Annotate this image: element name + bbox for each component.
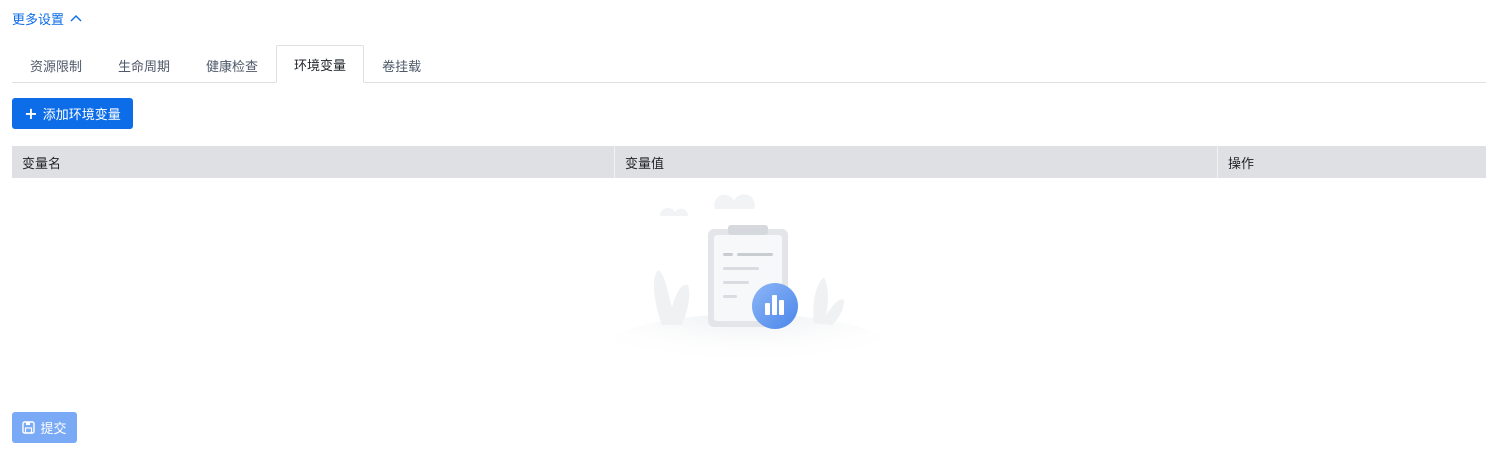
settings-tabs: 资源限制 生命周期 健康检查 环境变量 卷挂载 [12, 44, 1486, 83]
env-table-header: 变量名 变量值 操作 [12, 146, 1486, 178]
empty-state [600, 185, 900, 386]
tab-label: 环境变量 [294, 58, 347, 74]
column-header-actions: 操作 [1218, 146, 1486, 178]
column-label: 操作 [1228, 156, 1255, 172]
column-label: 变量名 [22, 156, 62, 172]
tab-label: 资源限制 [30, 60, 83, 75]
column-label: 变量值 [625, 156, 665, 172]
more-settings-label: 更多设置 [12, 12, 65, 28]
tab-label: 健康检查 [206, 60, 259, 75]
tab-health-check[interactable]: 健康检查 [188, 47, 276, 83]
save-icon [22, 421, 36, 434]
tab-environment-variables[interactable]: 环境变量 [276, 45, 365, 83]
column-header-variable-value: 变量值 [615, 146, 1218, 178]
tab-label: 生命周期 [118, 60, 171, 75]
add-env-variable-button[interactable]: + 添加环境变量 [12, 98, 133, 129]
empty-clipboard-chart-illustration-icon [603, 194, 893, 386]
add-env-variable-label: 添加环境变量 [42, 108, 121, 123]
tab-lifecycle[interactable]: 生命周期 [100, 47, 188, 83]
submit-label: 提交 [40, 422, 67, 437]
tab-volume-mounts[interactable]: 卷挂载 [364, 47, 439, 83]
tab-label: 卷挂载 [382, 60, 422, 75]
plus-icon: + [24, 103, 38, 123]
page: 更多设置 资源限制 生命周期 健康检查 环境变量 卷挂载 + 添加环境变量 变量… [0, 0, 1509, 461]
chevron-up-icon [70, 15, 82, 22]
more-settings-toggle[interactable]: 更多设置 [12, 8, 82, 28]
column-header-variable-name: 变量名 [12, 146, 615, 178]
tab-resource-limits[interactable]: 资源限制 [12, 47, 100, 83]
submit-button[interactable]: 提交 [12, 412, 77, 443]
